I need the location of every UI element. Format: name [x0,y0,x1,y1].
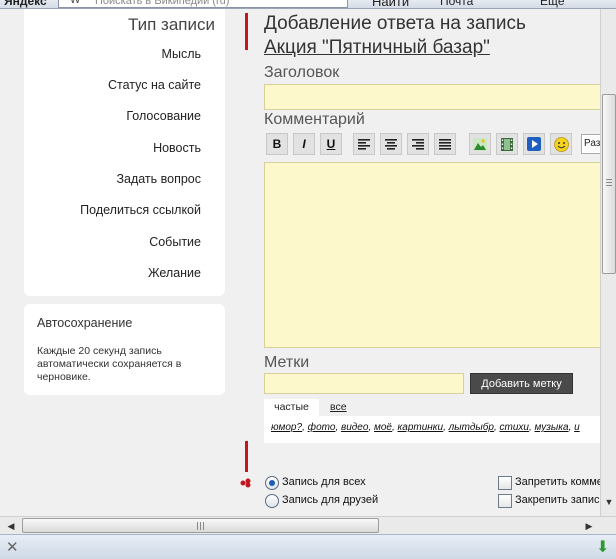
pin-post-label: Закрепить запис [515,494,600,506]
tag-link[interactable]: лытдыбр [449,422,494,433]
page-content: Тип записи Мысль Статус на сайте Голосов… [0,9,600,516]
post-type-item-thought[interactable]: Мысль [162,47,201,61]
browser-search-input[interactable]: Поискать в Википедии (ru) [58,0,348,8]
tag-link[interactable]: картинки [398,422,444,433]
align-right-icon [412,138,424,150]
grip-icon [197,522,205,530]
browser-mail-button[interactable]: Почта [440,0,473,8]
align-center-button[interactable] [380,133,402,155]
align-right-button[interactable] [407,133,429,155]
autosave-title: Автосохранение [37,316,133,330]
tag-link[interactable]: юмор? [271,422,302,433]
underline-button[interactable]: U [320,133,342,155]
align-center-icon [385,138,397,150]
tag-cloud: юмор?, фото, видео, моё, картинки, лытды… [264,416,600,443]
tag-link[interactable]: видео [341,422,368,433]
align-left-icon [358,138,370,150]
grip-icon [606,179,612,186]
comment-label: Комментарий [264,111,365,128]
smiley-icon [553,136,569,152]
privacy-public-label: Запись для всех [282,476,366,488]
insert-smiley-button[interactable] [550,133,572,155]
post-type-item-share-link[interactable]: Поделиться ссылкой [80,203,201,217]
insert-image-button[interactable] [469,133,491,155]
red-dot-marker [240,478,251,488]
justify-icon [439,138,451,150]
comment-textarea[interactable] [264,162,600,348]
post-type-title: Тип записи [127,15,215,34]
post-type-item-poll[interactable]: Голосование [126,109,201,123]
image-icon [473,137,487,151]
red-marker-top [245,13,248,50]
tag-link[interactable]: музыка [535,422,569,433]
font-size-select[interactable]: Разм [581,134,600,154]
post-type-item-news[interactable]: Новость [153,141,201,155]
scroll-left-arrow-icon[interactable]: ◀ [4,519,18,533]
italic-button[interactable]: I [293,133,315,155]
post-link[interactable]: Акция "Пятничный базар" [264,37,490,59]
privacy-friends-label: Запись для друзей [282,494,379,506]
tag-link[interactable]: и [574,422,580,433]
post-type-panel: Тип записи Мысль Статус на сайте Голосов… [24,9,225,296]
disable-comments-checkbox[interactable] [498,476,512,490]
page-title: Добавление ответа на запись [264,13,526,34]
post-type-item-status[interactable]: Статус на сайте [108,78,201,92]
editor-toolbar: B I U Разм [264,131,600,157]
post-type-item-event[interactable]: Событие [149,235,201,249]
scroll-right-arrow-icon[interactable]: ▶ [582,519,596,533]
privacy-friends-radio[interactable] [265,494,279,508]
autosave-description: Каждые 20 секунд запись автоматически со… [37,345,182,383]
horizontal-scrollbar[interactable]: ◀ ▶ [0,516,616,534]
post-type-item-wish[interactable]: Желание [148,266,201,280]
close-icon[interactable]: ✕ [6,538,19,556]
post-type-item-question[interactable]: Задать вопрос [116,172,201,186]
browser-find-button[interactable]: Найти [372,0,409,8]
justify-button[interactable] [434,133,456,155]
tag-link[interactable]: стихи [500,422,529,433]
tab-frequent-tags[interactable]: частые [264,399,319,416]
status-bar: ✕ ⬇ [0,534,616,559]
tag-link[interactable]: моё [374,422,392,433]
pin-post-checkbox[interactable] [498,494,512,508]
autosave-panel: Автосохранение Каждые 20 секунд запись а… [24,304,225,395]
play-icon [527,137,541,151]
title-input[interactable] [264,84,600,110]
horizontal-scrollbar-thumb[interactable] [22,518,379,533]
wikipedia-icon: W [70,0,81,6]
insert-video-button[interactable] [496,133,518,155]
film-icon [501,137,513,151]
browser-toolbar: Яндекс Поискать в Википедии (ru) W Найти… [0,0,616,9]
tags-input[interactable] [264,373,464,394]
tag-link[interactable]: фото [308,422,336,433]
insert-media-button[interactable] [523,133,545,155]
add-tag-button[interactable]: Добавить метку [470,373,573,394]
red-marker-bottom [245,441,248,472]
title-label: Заголовок [264,64,340,81]
privacy-public-radio[interactable] [265,476,279,490]
bold-button[interactable]: B [266,133,288,155]
scroll-down-arrow-icon[interactable]: ▼ [602,497,616,513]
disable-comments-label: Запретить комме [515,476,600,488]
browser-extra-button[interactable]: Ещё [540,0,565,8]
download-arrow-icon[interactable]: ⬇ [596,537,609,557]
vertical-scrollbar[interactable]: ▼ [600,9,616,516]
align-left-button[interactable] [353,133,375,155]
tab-all-tags[interactable]: все [330,399,347,416]
tags-label: Метки [264,354,310,371]
vertical-scrollbar-thumb[interactable] [602,94,616,274]
browser-logo: Яндекс [4,0,47,8]
